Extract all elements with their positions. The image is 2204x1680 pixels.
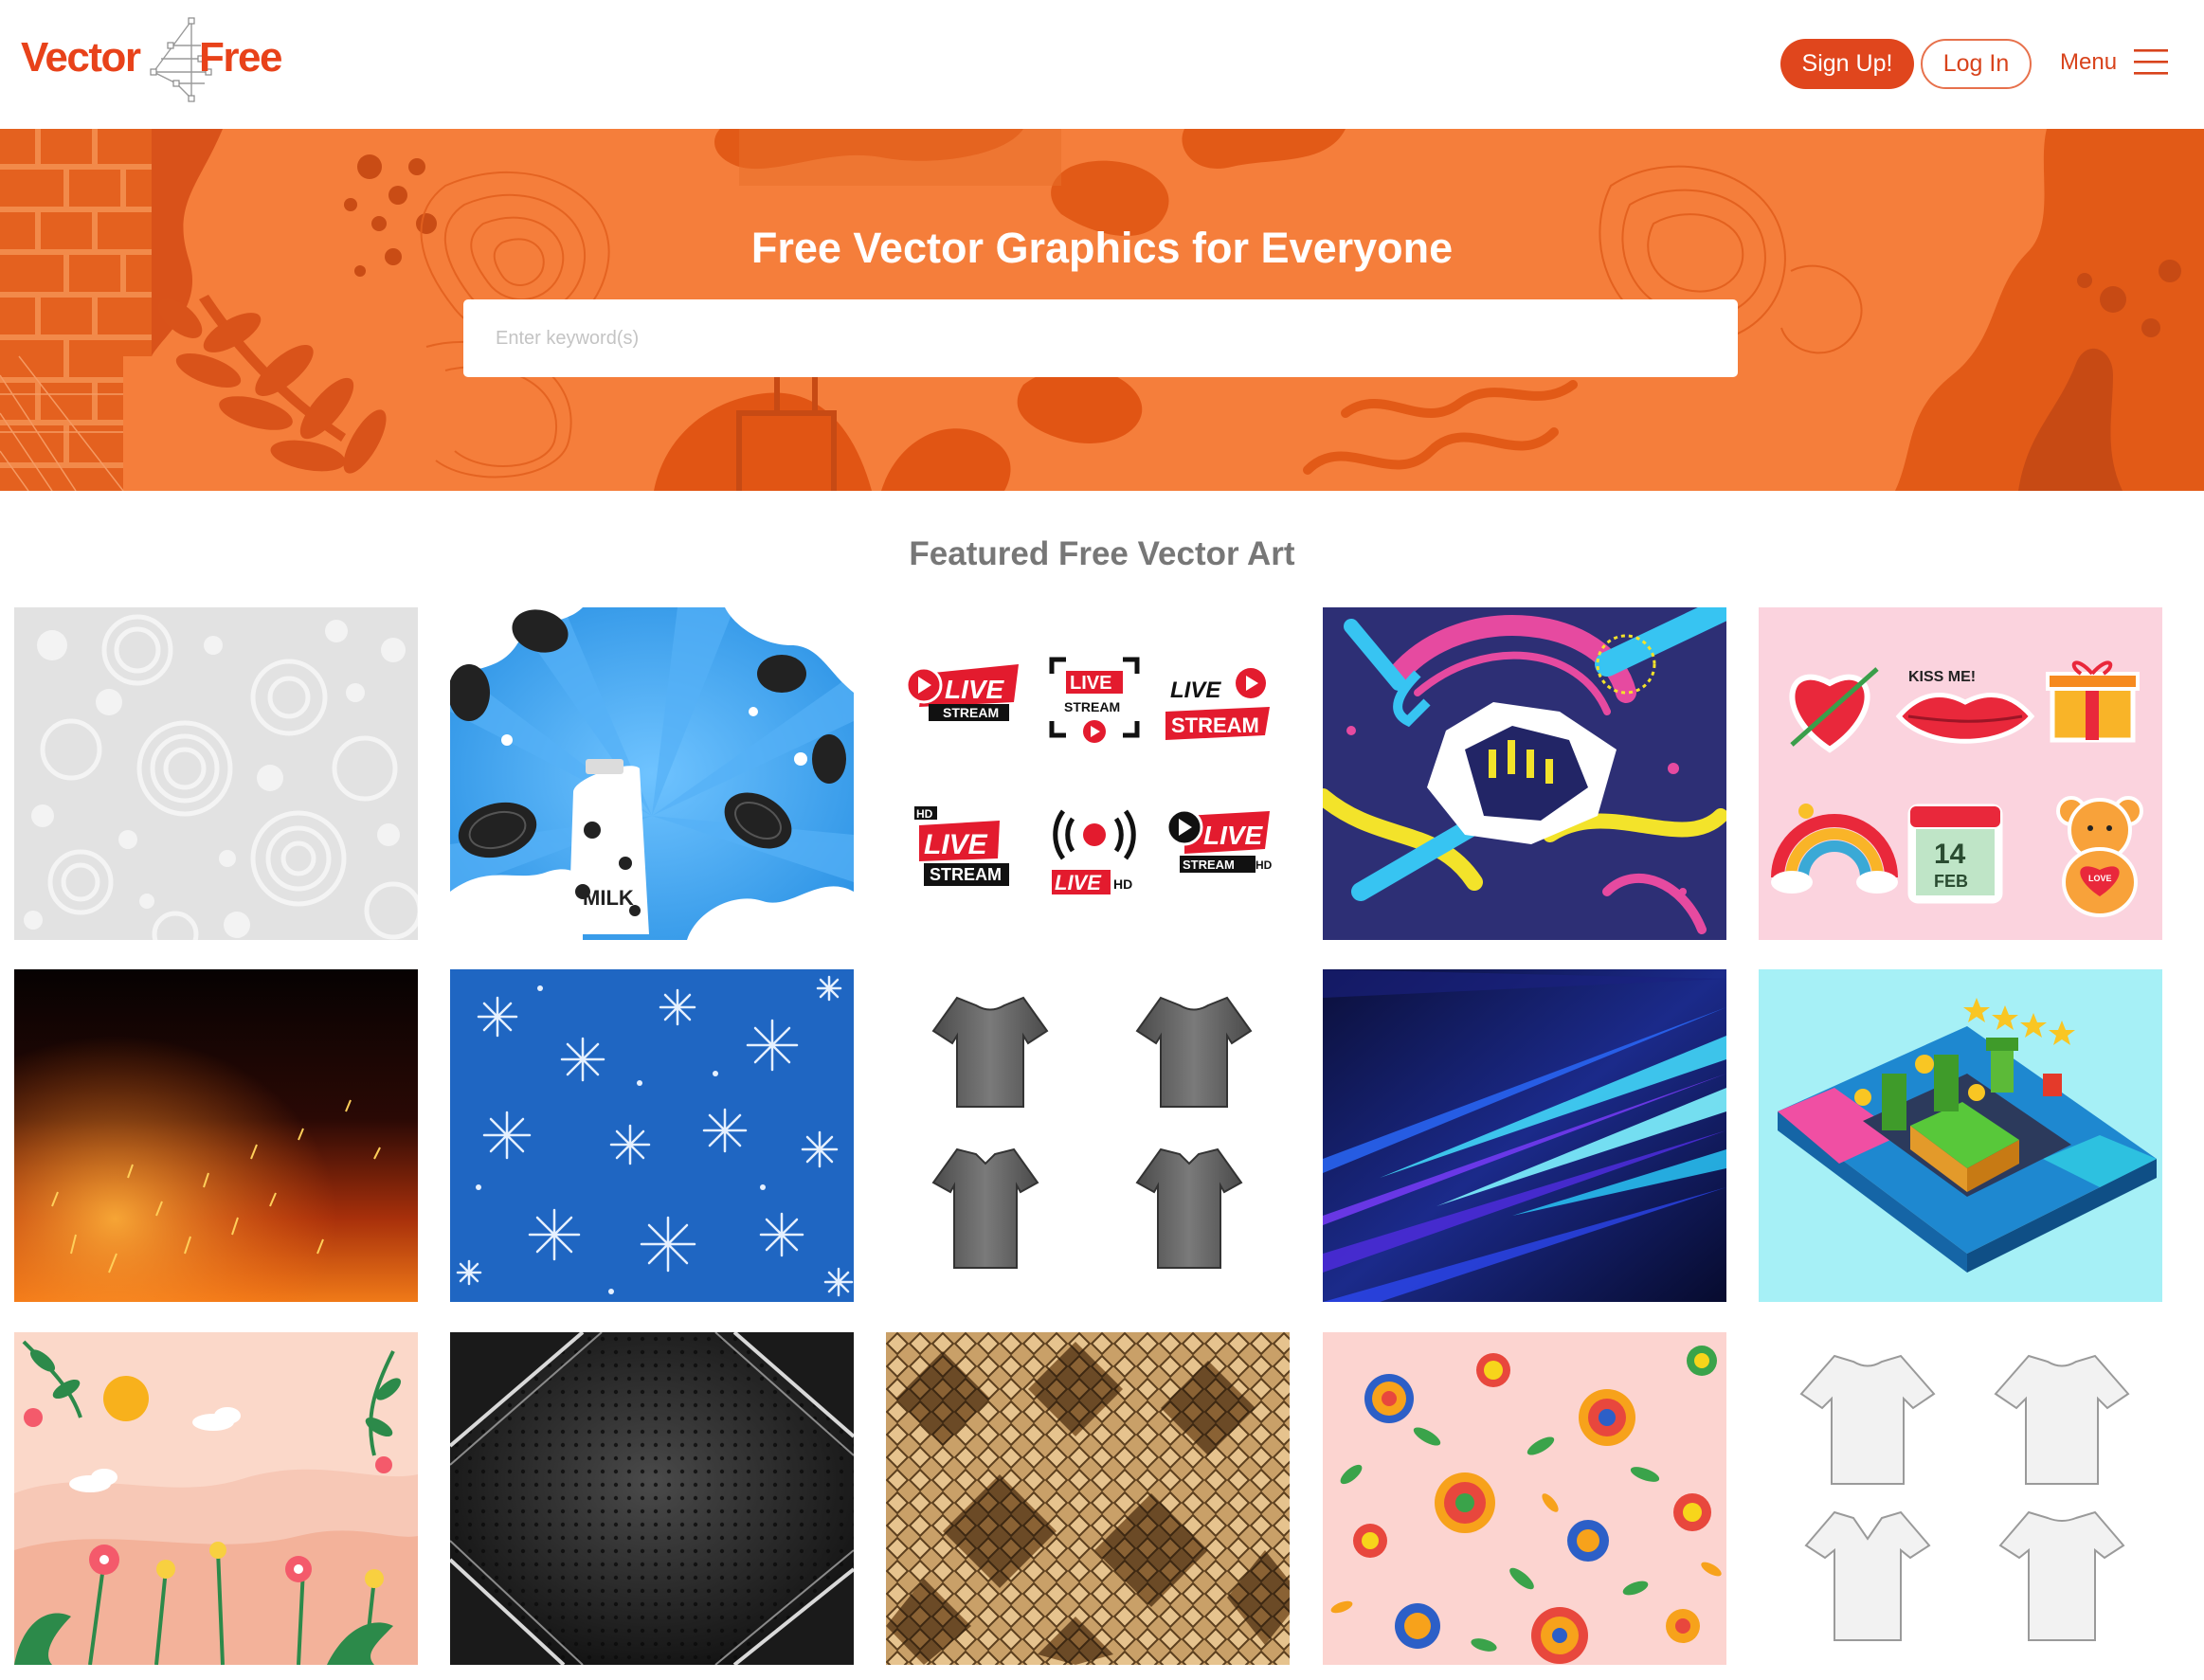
tile-gray-tshirts[interactable] [886, 969, 1290, 1302]
signup-button[interactable]: Sign Up! [1780, 39, 1914, 89]
svg-text:HD: HD [1256, 858, 1273, 872]
tile-image [1759, 969, 2162, 1302]
svg-text:STREAM: STREAM [1183, 858, 1235, 872]
tile-image [1323, 607, 1726, 940]
login-button[interactable]: Log In [1921, 39, 2032, 89]
tile-image [14, 969, 418, 1302]
svg-text:14: 14 [1934, 839, 1966, 870]
svg-text:LIVE: LIVE [1170, 677, 1221, 703]
svg-text:LIVE: LIVE [924, 829, 988, 860]
site-logo[interactable]: Vector Free [21, 17, 305, 102]
logo-text-left: Vector [21, 34, 141, 81]
tile-abstract-brush-pattern[interactable] [1323, 607, 1726, 940]
tile-floral-pattern[interactable] [1323, 1332, 1726, 1665]
tile-image: KISS ME! 14 FEB LOVE [1759, 607, 2162, 940]
svg-text:HD: HD [916, 807, 933, 821]
svg-text:FEB: FEB [1934, 872, 1968, 891]
tile-white-tshirts[interactable] [1759, 1332, 2162, 1665]
hero-banner: Free Vector Graphics for Everyone [0, 129, 2204, 491]
search-input[interactable] [463, 299, 1738, 377]
tile-image [886, 969, 1290, 1302]
svg-text:LIVE: LIVE [1055, 871, 1102, 894]
tile-image [14, 1332, 418, 1665]
tile-image [450, 1332, 854, 1665]
tile-live-stream-badges[interactable]: LIVE STREAM LIVE STREAM LIVE STREAM HD L… [886, 607, 1290, 940]
tile-fire-sparks[interactable] [14, 969, 418, 1302]
svg-text:STREAM: STREAM [943, 705, 999, 720]
menu-toggle[interactable]: Menu [2060, 42, 2174, 83]
tile-snake-skin-pattern[interactable] [886, 1332, 1290, 1665]
svg-text:STREAM: STREAM [1064, 699, 1120, 714]
tile-dark-metal-background[interactable] [450, 1332, 854, 1665]
tile-blue-snowflakes[interactable] [450, 969, 854, 1302]
tile-white-circles-pattern[interactable] [14, 607, 418, 940]
svg-text:LIVE: LIVE [945, 675, 1005, 704]
tile-speed-lines[interactable] [1323, 969, 1726, 1302]
svg-text:LIVE: LIVE [1070, 673, 1111, 694]
tile-image: MILK [450, 607, 854, 940]
tile-milk-cookies[interactable]: MILK [450, 607, 854, 940]
site-header: Vector Free Sign Up! Log In Menu [0, 0, 2204, 129]
tile-valentine-stickers[interactable]: KISS ME! 14 FEB LOVE [1759, 607, 2162, 940]
tile-image [14, 607, 418, 940]
svg-text:MILK: MILK [583, 886, 634, 910]
tile-spring-flowers-landscape[interactable] [14, 1332, 418, 1665]
hamburger-menu-icon [2134, 49, 2168, 75]
tile-isometric-game-console[interactable] [1759, 969, 2162, 1302]
hero-title: Free Vector Graphics for Everyone [750, 224, 1454, 272]
tile-image [1323, 969, 1726, 1302]
menu-label: Menu [2060, 49, 2118, 75]
tile-image [1759, 1332, 2162, 1665]
featured-section-title: Featured Free Vector Art [909, 535, 1295, 572]
svg-text:LOVE: LOVE [2088, 874, 2112, 883]
svg-text:HD: HD [1113, 876, 1132, 892]
tile-image [886, 1332, 1290, 1665]
svg-text:LIVE: LIVE [1203, 821, 1264, 850]
logo-text-right: Free [199, 34, 282, 81]
tile-image [450, 969, 854, 1302]
svg-text:STREAM: STREAM [930, 865, 1002, 884]
tile-image: LIVE STREAM LIVE STREAM LIVE STREAM HD L… [886, 607, 1290, 940]
svg-text:STREAM: STREAM [1171, 714, 1259, 737]
svg-text:KISS ME!: KISS ME! [1908, 669, 1976, 685]
tile-image [1323, 1332, 1726, 1665]
